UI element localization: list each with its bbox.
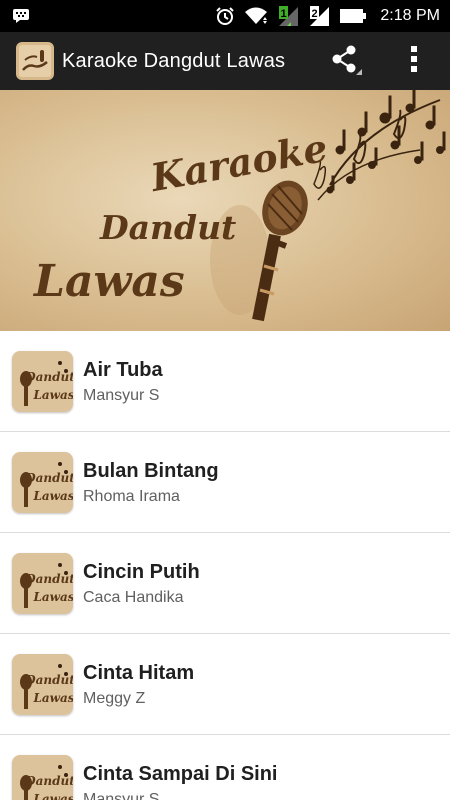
song-title: Bulan Bintang xyxy=(83,459,219,482)
app-title: Karaoke Dangdut Lawas xyxy=(62,49,286,72)
list-item[interactable]: Dandut Lawas Bulan Bintang Rhoma Irama xyxy=(0,432,450,533)
song-title: Cinta Hitam xyxy=(83,661,195,684)
list-item[interactable]: Dandut Lawas Cinta Sampai Di Sini Mansyu… xyxy=(0,735,450,800)
list-item[interactable]: Dandut Lawas Air Tuba Mansyur S xyxy=(0,331,450,432)
thumbnail-label-1: Dandut xyxy=(24,370,73,384)
song-thumbnail: Dandut Lawas xyxy=(12,451,73,513)
music-notes-icon xyxy=(313,90,446,201)
song-title: Cincin Putih xyxy=(83,560,200,583)
status-bar: 1 2 2:18 PM xyxy=(0,0,450,32)
action-bar: Karaoke Dangdut Lawas xyxy=(0,32,450,90)
song-title: Air Tuba xyxy=(83,358,163,381)
overflow-menu-button[interactable] xyxy=(400,44,428,78)
song-text: Cinta Hitam Meggy Z xyxy=(83,661,194,708)
song-text: Cincin Putih Caca Handika xyxy=(83,560,200,607)
thumbnail-label-2: Lawas xyxy=(32,792,73,800)
share-icon xyxy=(329,44,363,81)
song-artist: Rhoma Irama xyxy=(83,487,180,505)
banner-title-line3: Lawas xyxy=(34,256,185,307)
signal-2-icon: 2 xyxy=(308,5,330,27)
signal-1-icon: 1 xyxy=(277,5,299,27)
song-thumbnail: Dandut Lawas xyxy=(12,350,73,412)
banner-title-line2: Dandut xyxy=(100,208,237,247)
thumbnail-label-2: Lawas xyxy=(32,590,73,604)
song-text: Cinta Sampai Di Sini Mansyur S xyxy=(83,762,277,800)
thumbnail-label-1: Dandut xyxy=(24,471,73,485)
list-item[interactable]: Dandut Lawas Cinta Hitam Meggy Z xyxy=(0,634,450,735)
sim-1-label: 1 xyxy=(281,8,287,20)
thumbnail-label-1: Dandut xyxy=(24,572,73,586)
share-button[interactable] xyxy=(326,44,366,81)
song-artist: Mansyur S xyxy=(83,790,160,800)
status-left xyxy=(12,8,30,24)
header-banner: Karaoke Dandut Lawas xyxy=(0,90,450,331)
song-list: Dandut Lawas Air Tuba Mansyur S Dandut L… xyxy=(0,331,450,800)
thumbnail-label-2: Lawas xyxy=(32,388,73,402)
song-artist: Caca Handika xyxy=(83,588,184,606)
thumbnail-label-2: Lawas xyxy=(32,489,73,503)
wifi-icon xyxy=(244,7,268,25)
song-thumbnail: Dandut Lawas xyxy=(12,754,73,800)
overflow-menu-icon xyxy=(410,45,418,78)
app-icon[interactable] xyxy=(16,42,54,80)
alarm-icon xyxy=(215,6,235,26)
battery-icon xyxy=(339,8,367,24)
song-artist: Meggy Z xyxy=(83,689,146,707)
thumbnail-label-1: Dandut xyxy=(24,673,73,687)
song-thumbnail: Dandut Lawas xyxy=(12,653,73,715)
bbm-icon xyxy=(12,8,30,24)
song-artist: Mansyur S xyxy=(83,386,160,404)
song-text: Bulan Bintang Rhoma Irama xyxy=(83,459,219,506)
thumbnail-label-1: Dandut xyxy=(24,774,73,788)
thumbnail-label-2: Lawas xyxy=(32,691,73,705)
song-thumbnail: Dandut Lawas xyxy=(12,552,73,614)
song-title: Cinta Sampai Di Sini xyxy=(83,762,278,785)
sim-2-label: 2 xyxy=(312,8,318,20)
list-item[interactable]: Dandut Lawas Cincin Putih Caca Handika xyxy=(0,533,450,634)
status-right: 1 2 2:18 PM xyxy=(215,5,440,27)
song-text: Air Tuba Mansyur S xyxy=(83,358,163,405)
status-time: 2:18 PM xyxy=(380,7,440,24)
